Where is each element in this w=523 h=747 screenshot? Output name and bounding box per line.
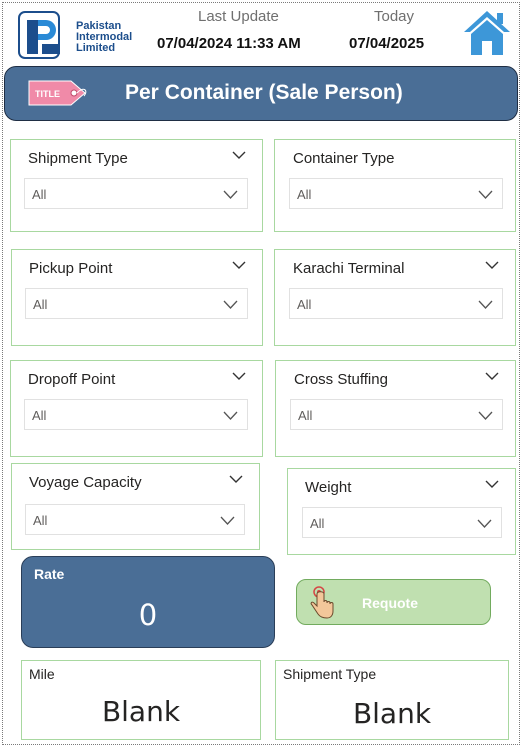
- chevron-down-icon: [223, 190, 238, 199]
- logo-line-3: Limited: [76, 42, 116, 54]
- today-value: 07/04/2025: [349, 35, 425, 52]
- card-value: Blank: [101, 695, 181, 728]
- card-shipment-type: Shipment Type Blank: [275, 660, 509, 740]
- card-value: Blank: [352, 697, 432, 730]
- dropdown-cross-stuffing[interactable]: All: [290, 399, 503, 430]
- hand-pointer-icon: [310, 586, 334, 619]
- slicer-label: Weight: [305, 479, 352, 496]
- home-icon[interactable]: [461, 8, 513, 58]
- requote-button[interactable]: Requote: [296, 579, 491, 625]
- chevron-down-icon: [223, 411, 238, 420]
- rate-label: Rate: [34, 566, 65, 582]
- card-label: Shipment Type: [283, 666, 377, 682]
- chevron-down-icon[interactable]: [232, 260, 246, 270]
- last-update-label: Last Update: [198, 8, 279, 25]
- dropdown-value: All: [297, 187, 312, 202]
- dropdown-value: All: [298, 408, 313, 423]
- chevron-down-icon[interactable]: [232, 371, 246, 381]
- title-bar: TITLE Per Container (Sale Person): [4, 66, 518, 121]
- slicer-label: Shipment Type: [28, 150, 128, 167]
- chevron-down-icon: [478, 190, 493, 199]
- dropdown-pickup-point[interactable]: All: [25, 288, 248, 319]
- chevron-down-icon[interactable]: [485, 479, 499, 489]
- dropdown-dropoff-point[interactable]: All: [24, 399, 248, 430]
- rate-card: Rate 0: [21, 556, 275, 648]
- dropdown-value: All: [33, 297, 48, 312]
- slicer-voyage-capacity: Voyage Capacity All: [11, 463, 260, 550]
- chevron-down-icon: [220, 516, 235, 525]
- slicer-container-type: Container Type All: [274, 139, 516, 232]
- chevron-down-icon: [477, 519, 492, 528]
- card-label: Mile: [29, 666, 55, 682]
- slicer-pickup-point: Pickup Point All: [11, 249, 263, 346]
- requote-label: Requote: [362, 595, 418, 611]
- dropdown-voyage-capacity[interactable]: All: [25, 504, 245, 535]
- card-mile: Mile Blank: [21, 660, 261, 740]
- page-title: Per Container (Sale Person): [125, 81, 403, 104]
- rate-value: 0: [138, 598, 158, 632]
- chevron-down-icon: [478, 411, 493, 420]
- slicer-dropoff-point: Dropoff Point All: [10, 360, 263, 457]
- dropdown-karachi-terminal[interactable]: All: [289, 288, 503, 319]
- chevron-down-icon: [478, 300, 493, 309]
- dropdown-value: All: [33, 513, 48, 528]
- today-label: Today: [374, 8, 415, 25]
- chevron-down-icon: [223, 300, 238, 309]
- dropdown-value: All: [297, 297, 312, 312]
- slicer-label: Pickup Point: [29, 260, 113, 277]
- chevron-down-icon[interactable]: [485, 371, 499, 381]
- chevron-down-icon[interactable]: [229, 474, 243, 484]
- pil-logo-mark: [18, 11, 60, 59]
- slicer-label: Cross Stuffing: [294, 371, 388, 388]
- slicer-cross-stuffing: Cross Stuffing All: [275, 360, 516, 457]
- slicer-label: Karachi Terminal: [293, 260, 405, 277]
- title-tag-text: TITLE: [35, 89, 60, 99]
- company-logo: Pakistan Intermodal Limited: [18, 11, 148, 59]
- chevron-down-icon[interactable]: [232, 150, 246, 160]
- slicer-shipment-type: Shipment Type All: [10, 139, 263, 232]
- dropdown-value: All: [32, 408, 47, 423]
- dropdown-value: All: [310, 516, 325, 531]
- slicer-label: Container Type: [293, 150, 395, 167]
- slicer-karachi-terminal: Karachi Terminal All: [274, 249, 516, 346]
- slicer-label: Dropoff Point: [28, 371, 116, 388]
- logo-text: Pakistan Intermodal Limited: [76, 21, 132, 54]
- title-tag-icon: TITLE: [28, 80, 87, 106]
- dropdown-weight[interactable]: All: [302, 507, 502, 538]
- slicer-label: Voyage Capacity: [29, 474, 142, 491]
- chevron-down-icon[interactable]: [485, 260, 499, 270]
- last-update-value: 07/04/2024 11:33 AM: [157, 35, 301, 52]
- dropdown-container-type[interactable]: All: [289, 178, 503, 209]
- dropdown-shipment-type[interactable]: All: [24, 178, 248, 209]
- dropdown-value: All: [32, 187, 47, 202]
- slicer-weight: Weight All: [287, 468, 516, 555]
